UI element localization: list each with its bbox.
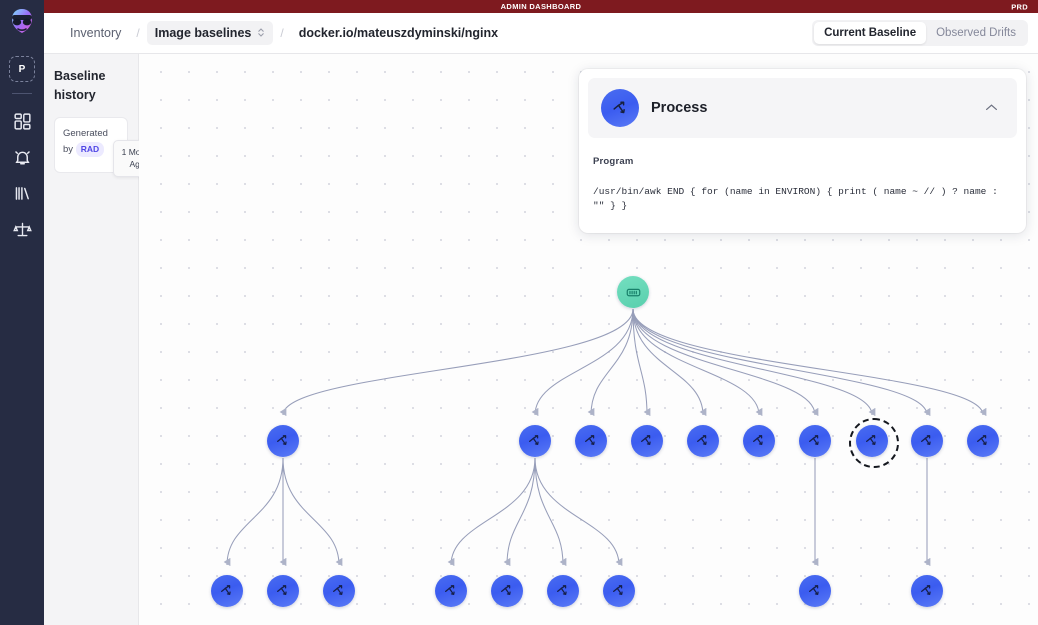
graph-node-c1[interactable] (211, 575, 243, 607)
graph-edge (534, 457, 567, 567)
process-arrow-icon (275, 583, 291, 599)
breadcrumb-separator: / (280, 26, 284, 40)
app-logo-icon[interactable] (3, 4, 41, 42)
graph-node-c8[interactable] (799, 575, 831, 607)
graph-edge (223, 457, 284, 567)
process-arrow-icon (695, 433, 711, 449)
dashboard-grid-icon (13, 112, 32, 131)
process-arrow-icon (583, 433, 599, 449)
avatar-label: P (18, 63, 26, 75)
graph-node-p3[interactable] (575, 425, 607, 457)
breadcrumb-label: Image baselines (154, 26, 252, 40)
graph-node-root[interactable] (617, 276, 649, 308)
graph-edge (279, 308, 634, 417)
graph-node-c9[interactable] (911, 575, 943, 607)
process-arrow-icon (555, 583, 571, 599)
bell-alert-icon (13, 148, 32, 167)
rail-divider (12, 93, 32, 94)
graph-node-p8[interactable] (849, 418, 899, 468)
view-toggle: Current Baseline Observed Drifts (812, 20, 1028, 46)
graph-edge (282, 457, 343, 567)
program-command-text: /usr/bin/awk END { for (name in ENVIRON)… (593, 186, 1004, 211)
graph-node-c2[interactable] (267, 575, 299, 607)
process-card-body: Program /usr/bin/awk END { for (name in … (579, 138, 1026, 233)
generator-badge: RAD (75, 141, 105, 157)
graph-edge (632, 308, 763, 417)
process-arrow-icon (751, 433, 767, 449)
process-card-header[interactable]: Process (588, 78, 1017, 138)
baseline-history-item[interactable]: Generated by RAD 1 Month Ago (54, 117, 161, 177)
program-section-label: Program (593, 156, 634, 167)
chevron-up-icon[interactable] (979, 95, 1004, 121)
tab-observed-drifts[interactable]: Observed Drifts (926, 22, 1026, 44)
process-arrow-icon (919, 583, 935, 599)
process-detail-card: Process Program /usr/bin/awk END { for (… (579, 69, 1026, 233)
graph-edge (587, 308, 634, 417)
breadcrumb-separator: / (136, 26, 140, 40)
left-nav-rail: P (0, 0, 44, 625)
process-arrow-icon (919, 433, 935, 449)
breadcrumb: Inventory / Image baselines / docker.io/… (62, 21, 812, 45)
graph-node-c4[interactable] (435, 575, 467, 607)
baseline-history-panel: Baseline history Generated by RAD 1 Mont… (44, 54, 161, 625)
user-avatar[interactable]: P (9, 56, 35, 82)
process-arrow-icon (807, 433, 823, 449)
chevron-updown-icon (257, 27, 265, 40)
process-arrow-icon (499, 583, 515, 599)
graph-node-c7[interactable] (603, 575, 635, 607)
breadcrumb-label: Inventory (70, 26, 122, 40)
graph-node-p5[interactable] (687, 425, 719, 457)
graph-node-c5[interactable] (491, 575, 523, 607)
process-arrow-icon (219, 583, 235, 599)
breadcrumb-item-image-baselines[interactable]: Image baselines (146, 21, 274, 45)
process-arrow-icon (601, 89, 639, 127)
process-arrow-icon (611, 583, 627, 599)
graph-node-c3[interactable] (323, 575, 355, 607)
graph-edge (531, 308, 634, 417)
process-arrow-icon (331, 583, 347, 599)
graph-edge (632, 308, 819, 417)
scales-balance-icon (12, 220, 32, 239)
panel-title: Baseline history (54, 69, 106, 102)
process-arrow-icon (527, 433, 543, 449)
graph-node-p2[interactable] (519, 425, 551, 457)
environment-banner: ADMIN DASHBOARD PRD (44, 0, 1038, 13)
sidebar-item-dashboard[interactable] (5, 104, 39, 138)
process-card-title: Process (651, 100, 708, 116)
process-arrow-icon (864, 433, 880, 449)
tab-current-baseline[interactable]: Current Baseline (814, 22, 927, 44)
env-tag: PRD (1011, 2, 1028, 11)
graph-node-p4[interactable] (631, 425, 663, 457)
breadcrumb-item-image-path[interactable]: docker.io/mateuszdyminski/nginx (291, 21, 506, 45)
process-arrow-icon (443, 583, 459, 599)
process-arrow-icon (639, 433, 655, 449)
graph-node-p9[interactable] (911, 425, 943, 457)
graph-node-c6[interactable] (547, 575, 579, 607)
process-arrow-icon (807, 583, 823, 599)
app-root: P ADMIN DASHBOARD PRD Inventory / Image … (0, 0, 1038, 625)
graph-edge (447, 457, 536, 567)
env-title: ADMIN DASHBOARD (500, 2, 582, 11)
graph-node-p1[interactable] (267, 425, 299, 457)
graph-node-p10[interactable] (967, 425, 999, 457)
page-header: Inventory / Image baselines / docker.io/… (44, 13, 1038, 54)
graph-node-p7[interactable] (799, 425, 831, 457)
breadcrumb-item-inventory[interactable]: Inventory (62, 21, 129, 45)
graph-node-p6[interactable] (743, 425, 775, 457)
process-arrow-icon (975, 433, 991, 449)
sidebar-item-library[interactable] (5, 176, 39, 210)
process-arrow-icon (275, 433, 291, 449)
breadcrumb-label: docker.io/mateuszdyminski/nginx (298, 26, 499, 40)
graph-edge (632, 308, 931, 417)
container-box-icon (625, 284, 642, 301)
graph-edge (534, 457, 623, 567)
library-books-icon (13, 184, 32, 203)
sidebar-item-policies[interactable] (5, 212, 39, 246)
graph-edge (503, 457, 536, 567)
sidebar-item-alerts[interactable] (5, 140, 39, 174)
